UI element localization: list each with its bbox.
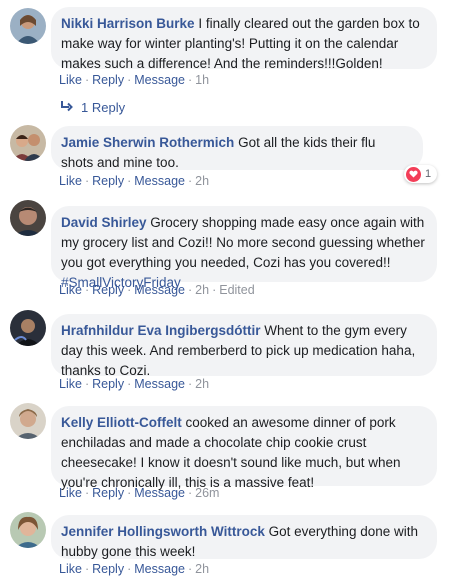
reaction-count: 1 (425, 168, 432, 180)
comment-timestamp[interactable]: 26m (195, 486, 219, 500)
separator: · (127, 283, 132, 297)
comment-bubble: Hrafnhildur Eva Ingibergsdóttir Whent to… (51, 314, 437, 378)
message-button[interactable]: Message (134, 377, 185, 391)
like-button[interactable]: Like (59, 73, 82, 87)
separator: · (187, 283, 193, 297)
avatar[interactable] (10, 125, 46, 161)
separator: · (187, 377, 193, 391)
comment-bubble: Jamie Sherwin Rothermich Got all the kid… (51, 126, 423, 170)
separator: · (212, 283, 217, 297)
comment-timestamp[interactable]: 1h (195, 73, 209, 87)
comment-timestamp[interactable]: 2h (195, 283, 209, 297)
separator: · (84, 377, 90, 391)
comment-author[interactable]: Kelly Elliott-Coffelt (61, 415, 182, 430)
separator: · (187, 174, 193, 188)
like-button[interactable]: Like (59, 486, 82, 500)
comment-actions: Like · Reply · Message · 2h (59, 174, 209, 188)
comment-actions: Like · Reply · Message · 26m (59, 486, 219, 500)
reaction-badge[interactable]: 1 (404, 165, 438, 183)
comment-actions: Like · Reply · Message · 2h (59, 377, 209, 391)
comment-timestamp[interactable]: 2h (195, 174, 209, 188)
reply-button[interactable]: Reply (92, 283, 124, 297)
reply-button[interactable]: Reply (92, 562, 124, 576)
separator: · (84, 486, 90, 500)
separator: · (187, 73, 193, 87)
reply-button[interactable]: Reply (92, 486, 124, 500)
comment-bubble: Jennifer Hollingsworth Wittrock Got ever… (51, 515, 437, 559)
separator: · (127, 486, 132, 500)
comment-author[interactable]: David Shirley (61, 215, 147, 230)
like-button[interactable]: Like (59, 283, 82, 297)
comment-timestamp[interactable]: 2h (195, 377, 209, 391)
comment-actions: Like · Reply · Message · 2h (59, 562, 209, 576)
separator: · (127, 174, 132, 188)
message-button[interactable]: Message (134, 73, 185, 87)
avatar[interactable] (10, 8, 46, 44)
comment-bubble: Kelly Elliott-Coffelt cooked an awesome … (51, 406, 437, 490)
like-button[interactable]: Like (59, 174, 82, 188)
edited-label[interactable]: Edited (219, 283, 254, 297)
message-button[interactable]: Message (134, 283, 185, 297)
comment-bubble: David Shirley Grocery shopping made easy… (51, 206, 437, 290)
reply-button[interactable]: Reply (92, 377, 124, 391)
comment-author[interactable]: Nikki Harrison Burke (61, 16, 195, 31)
separator: · (187, 562, 193, 576)
separator: · (84, 73, 90, 87)
comment-author[interactable]: Jennifer Hollingsworth Wittrock (61, 524, 265, 539)
view-replies-link[interactable]: 1 Reply (60, 100, 125, 115)
message-button[interactable]: Message (134, 174, 185, 188)
comment-author[interactable]: Jamie Sherwin Rothermich (61, 135, 234, 150)
avatar[interactable] (10, 310, 46, 346)
like-button[interactable]: Like (59, 562, 82, 576)
heart-icon (406, 166, 421, 182)
comment-bubble: Nikki Harrison Burke I finally cleared o… (51, 7, 437, 71)
comment-timestamp[interactable]: 2h (195, 562, 209, 576)
reply-button[interactable]: Reply (92, 73, 124, 87)
comment-actions: Like · Reply · Message · 2h · Edited (59, 283, 255, 297)
avatar[interactable] (10, 512, 46, 548)
message-button[interactable]: Message (134, 486, 185, 500)
view-replies-label: 1 Reply (81, 100, 126, 115)
avatar[interactable] (10, 403, 46, 439)
separator: · (84, 174, 90, 188)
separator: · (84, 562, 90, 576)
separator: · (127, 73, 132, 87)
message-button[interactable]: Message (134, 562, 185, 576)
comment-actions: Like · Reply · Message · 1h (59, 73, 209, 87)
comment-author[interactable]: Hrafnhildur Eva Ingibergsdóttir (61, 323, 261, 338)
reply-button[interactable]: Reply (92, 174, 124, 188)
separator: · (187, 486, 193, 500)
reply-arrow-icon (60, 100, 73, 115)
separator: · (84, 283, 90, 297)
like-button[interactable]: Like (59, 377, 82, 391)
separator: · (127, 377, 132, 391)
separator: · (127, 562, 132, 576)
avatar[interactable] (10, 200, 46, 236)
